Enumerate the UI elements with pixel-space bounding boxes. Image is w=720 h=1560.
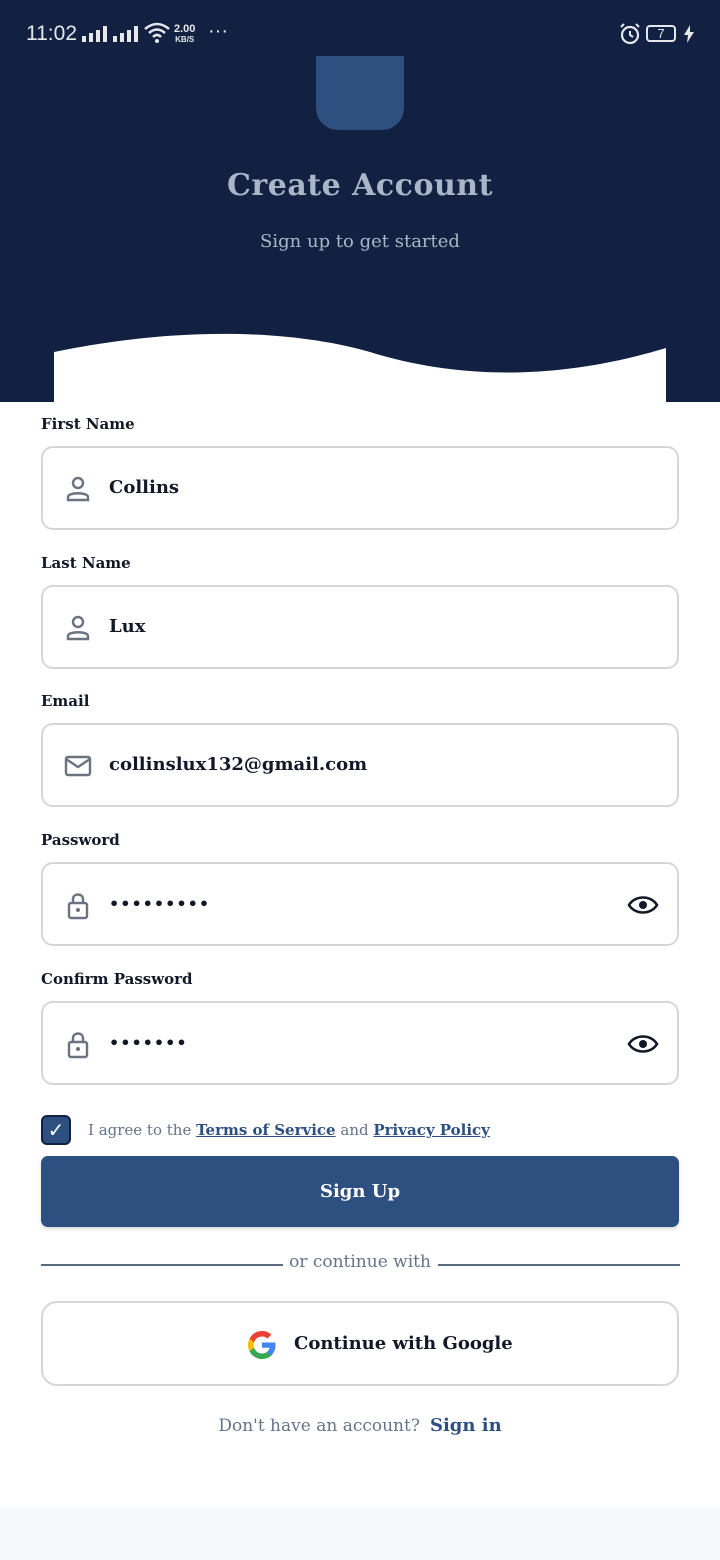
show-password-icon[interactable] (627, 890, 659, 920)
signal-icon (113, 26, 138, 42)
terms-prefix: I agree to the (88, 1121, 192, 1139)
google-icon (248, 1331, 276, 1359)
confirm-password-field[interactable]: ••••••• (41, 1001, 679, 1085)
sign-in-link[interactable]: Sign in (430, 1415, 502, 1436)
password-field[interactable]: ••••••••• (41, 862, 679, 946)
signin-prompt: Don't have an account? Sign in (0, 1415, 720, 1436)
first-name-field[interactable]: Collins (41, 446, 679, 530)
last-name-field[interactable]: Lux (41, 585, 679, 669)
more-icon: ··· (208, 20, 228, 42)
no-account-text: Don't have an account? (218, 1416, 420, 1436)
google-signin-button[interactable]: Continue with Google (41, 1301, 679, 1386)
terms-agreement: ✓ I agree to the Terms of Service and Pr… (41, 1115, 681, 1145)
sign-up-button[interactable]: Sign Up (41, 1156, 679, 1227)
network-speed-unit: KB/S (175, 35, 195, 44)
page-title: Create Account (227, 168, 493, 203)
charging-icon (684, 25, 694, 43)
terms-of-service-link[interactable]: Terms of Service (196, 1121, 335, 1139)
first-name-value: Collins (109, 477, 180, 498)
divider-line-right (438, 1264, 680, 1266)
app-logo (316, 56, 404, 130)
privacy-policy-link[interactable]: Privacy Policy (373, 1121, 490, 1139)
confirm-password-label: Confirm Password (41, 970, 193, 988)
status-time: 11:02 (26, 22, 77, 45)
network-speed-value: 2.00 (174, 23, 196, 35)
header-wave (54, 333, 666, 402)
person-icon (66, 615, 90, 641)
last-name-label: Last Name (41, 554, 131, 572)
lock-icon (67, 1032, 89, 1059)
confirm-password-value: ••••••• (109, 1033, 188, 1052)
battery-icon: 7 (646, 25, 676, 42)
password-label: Password (41, 831, 120, 849)
bottom-strip (0, 1508, 720, 1560)
show-password-icon[interactable] (627, 1029, 659, 1059)
wifi-icon (144, 22, 170, 43)
signal-icon (82, 26, 107, 42)
password-value: ••••••••• (109, 894, 211, 913)
header-background: 11:02 2.00 KB/S ··· 7 Create Account Sig… (0, 0, 720, 402)
email-field[interactable]: collinslux132@gmail.com (41, 723, 679, 807)
google-button-label: Continue with Google (294, 1333, 513, 1354)
alarm-icon (620, 23, 640, 45)
network-speed: 2.00 KB/S (174, 24, 195, 45)
terms-and: and (340, 1121, 369, 1139)
page-subtitle: Sign up to get started (260, 231, 460, 252)
lock-icon (67, 893, 89, 920)
terms-checkbox[interactable]: ✓ (41, 1115, 71, 1145)
email-label: Email (41, 692, 90, 710)
divider-text: or continue with (289, 1252, 431, 1272)
last-name-value: Lux (109, 616, 146, 637)
terms-text: I agree to the Terms of Service and Priv… (88, 1121, 490, 1139)
mail-icon (64, 755, 92, 777)
first-name-label: First Name (41, 415, 135, 433)
email-value: collinslux132@gmail.com (109, 754, 368, 775)
person-icon (66, 476, 90, 502)
